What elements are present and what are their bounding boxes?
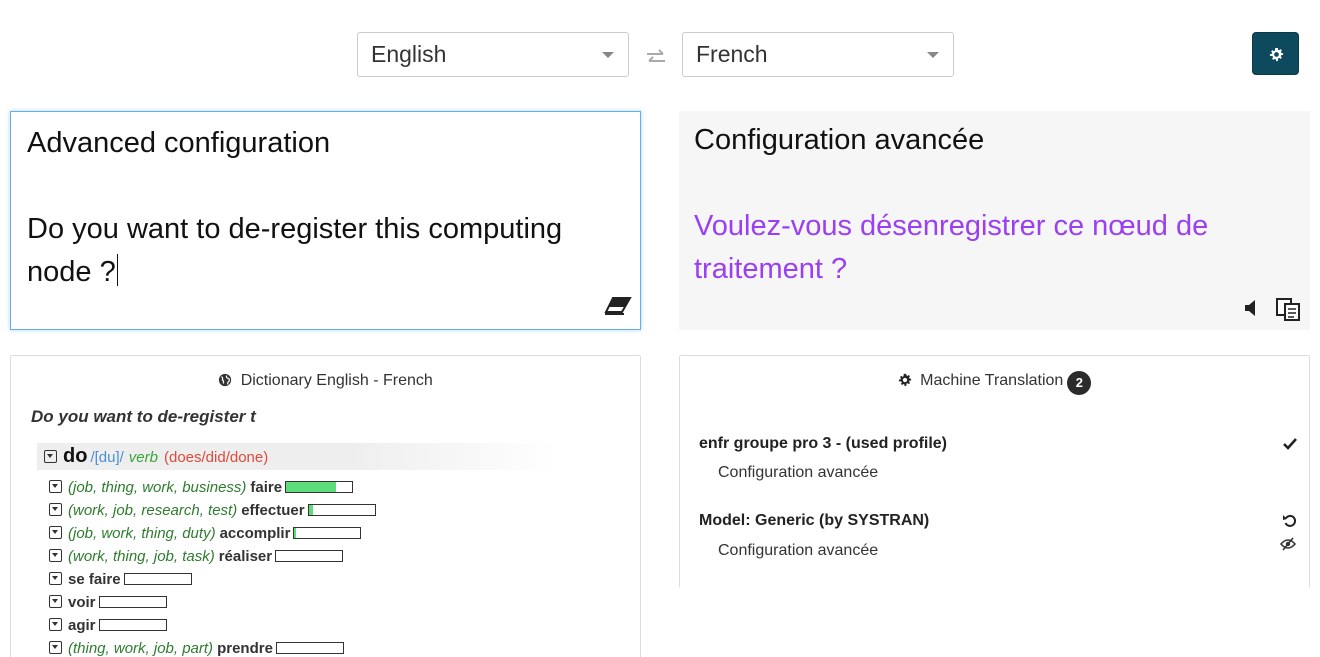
dictionary-query: Do you want to de-register t bbox=[31, 407, 256, 426]
frequency-bar bbox=[307, 504, 376, 516]
sense-translation[interactable]: se faire bbox=[68, 571, 121, 588]
sense-translation[interactable]: effectuer bbox=[241, 502, 304, 519]
frequency-bar bbox=[98, 596, 167, 608]
entry-phonetic: /[du]/ bbox=[90, 449, 124, 466]
sense-context: (thing, work, job, part) bbox=[68, 640, 214, 657]
profile-title: enfr groupe pro 3 - (used profile) bbox=[699, 435, 948, 452]
collapse-toggle-icon[interactable] bbox=[49, 503, 62, 516]
gear-icon bbox=[898, 373, 911, 387]
eraser-icon[interactable] bbox=[604, 296, 632, 321]
dictionary-header: Dictionary English - French bbox=[11, 372, 640, 390]
source-line-1: Advanced configuration bbox=[27, 127, 331, 159]
eye-slash-icon[interactable] bbox=[1279, 537, 1297, 556]
sense-list: (job, thing, work, business) faire (work,… bbox=[49, 478, 376, 657]
frequency-bar bbox=[98, 619, 167, 631]
entry-part-of-speech: verb bbox=[128, 449, 158, 466]
sense-translation[interactable]: réaliser bbox=[219, 548, 272, 565]
dictionary-title: Dictionary English - French bbox=[240, 372, 433, 389]
frequency-bar bbox=[123, 573, 192, 585]
sense-item: (work, thing, job, task) réaliser bbox=[49, 547, 376, 570]
collapse-toggle-icon[interactable] bbox=[44, 450, 57, 463]
machine-translation-header: Machine Translation 2 bbox=[680, 371, 1309, 395]
machine-translation-title: Machine Translation bbox=[920, 372, 1064, 389]
text-cursor bbox=[116, 254, 118, 286]
chevron-down-icon bbox=[927, 52, 939, 58]
sense-context: (job, thing, work, business) bbox=[68, 479, 247, 496]
sense-context: (job, work, thing, duty) bbox=[68, 525, 216, 542]
sense-translation[interactable]: voir bbox=[68, 594, 96, 611]
sense-translation[interactable]: agir bbox=[68, 617, 96, 634]
gear-icon bbox=[1269, 47, 1284, 62]
source-language-select[interactable]: English bbox=[357, 32, 629, 77]
frequency-bar bbox=[275, 642, 344, 654]
target-line-1: Configuration avancée bbox=[694, 124, 985, 156]
copy-icon[interactable] bbox=[1275, 297, 1301, 326]
sense-item: (work, job, research, test) effectuer bbox=[49, 501, 376, 524]
sense-context: (work, job, research, test) bbox=[68, 502, 238, 519]
target-language-value: French bbox=[696, 41, 768, 67]
frequency-bar bbox=[275, 550, 344, 562]
sense-item: se faire bbox=[49, 570, 376, 593]
target-line-2-highlighted[interactable]: Voulez-vous désenregistrer ce nœud de tr… bbox=[694, 205, 1290, 291]
model-title: Model: Generic (by SYSTRAN) bbox=[699, 512, 930, 529]
collapse-toggle-icon[interactable] bbox=[49, 549, 62, 562]
source-text-area[interactable]: Advanced configuration Do you want to de… bbox=[10, 111, 641, 330]
sense-item: (job, thing, work, business) faire bbox=[49, 478, 376, 501]
translation-output: Configuration avancée Voulez-vous désenr… bbox=[679, 111, 1310, 330]
swap-languages-icon[interactable] bbox=[644, 46, 668, 70]
sense-translation[interactable]: faire bbox=[250, 479, 282, 496]
collapse-toggle-icon[interactable] bbox=[49, 480, 62, 493]
chevron-down-icon bbox=[602, 52, 614, 58]
source-line-2: Do you want to de-register this computin… bbox=[27, 213, 563, 288]
machine-translation-panel: Machine Translation 2 enfr groupe pro 3 -… bbox=[679, 355, 1310, 588]
frequency-bar bbox=[285, 481, 354, 493]
collapse-toggle-icon[interactable] bbox=[49, 595, 62, 608]
sense-item: agir bbox=[49, 616, 376, 639]
collapse-toggle-icon[interactable] bbox=[49, 641, 62, 654]
dictionary-entry: do/[du]/verb (does/did/done) bbox=[37, 443, 557, 470]
entry-word[interactable]: do bbox=[63, 445, 87, 467]
sense-item: (thing, work, job, part) prendre bbox=[49, 639, 376, 657]
sense-translation[interactable]: prendre bbox=[217, 640, 273, 657]
sense-item: (job, work, thing, duty) accomplir bbox=[49, 524, 376, 547]
globe-icon bbox=[219, 373, 232, 387]
model-translation[interactable]: Configuration avancée bbox=[718, 542, 878, 560]
reset-icon[interactable] bbox=[1283, 514, 1297, 533]
sense-context: (work, thing, job, task) bbox=[68, 548, 215, 565]
machine-translation-list: enfr groupe pro 3 - (used profile) Confi… bbox=[680, 408, 1309, 588]
settings-button[interactable] bbox=[1252, 32, 1299, 75]
sense-translation[interactable]: accomplir bbox=[220, 525, 291, 542]
entry-inflections: (does/did/done) bbox=[163, 449, 269, 466]
source-language-value: English bbox=[371, 41, 447, 67]
sense-item: voir bbox=[49, 593, 376, 616]
frequency-bar bbox=[293, 527, 362, 539]
checkmark-icon bbox=[1283, 437, 1297, 455]
profile-translation[interactable]: Configuration avancée bbox=[718, 464, 878, 482]
target-language-select[interactable]: French bbox=[682, 32, 954, 77]
result-count-badge: 2 bbox=[1067, 371, 1092, 395]
collapse-toggle-icon[interactable] bbox=[49, 526, 62, 539]
collapse-toggle-icon[interactable] bbox=[49, 572, 62, 585]
dictionary-panel: Dictionary English - French Do you want … bbox=[10, 355, 641, 657]
collapse-toggle-icon[interactable] bbox=[49, 618, 62, 631]
speaker-icon[interactable] bbox=[1244, 299, 1258, 322]
